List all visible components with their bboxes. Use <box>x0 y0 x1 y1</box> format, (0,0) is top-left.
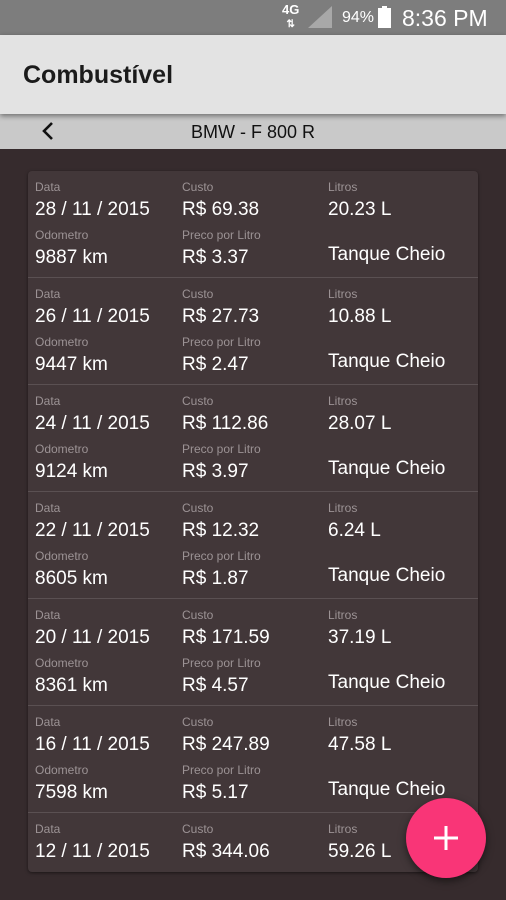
odometer-value: 8361 km <box>35 675 108 696</box>
date-label: Data <box>35 501 61 515</box>
app-bar: Combustível <box>0 35 506 114</box>
odometer-value: 9887 km <box>35 247 108 268</box>
battery-icon <box>378 6 391 28</box>
odometer-label: Odometro <box>35 549 89 563</box>
clock: 8:36 PM <box>402 5 488 31</box>
cost-value: R$ 247.89 <box>182 734 270 755</box>
date-label: Data <box>35 394 61 408</box>
tank-status: Tanque Cheio <box>328 244 446 265</box>
liters-label: Litros <box>328 501 358 515</box>
page-title: Combustível <box>23 61 174 89</box>
tank-status: Tanque Cheio <box>328 351 446 372</box>
fuel-entry[interactable]: Data Custo Litros 16 / 11 / 2015 R$ 247.… <box>28 706 478 813</box>
fuel-entry[interactable]: Data Custo Litros 26 / 11 / 2015 R$ 27.7… <box>28 278 478 385</box>
tank-status: Tanque Cheio <box>328 779 446 800</box>
liters-label: Litros <box>328 394 358 408</box>
vehicle-bar: BMW - F 800 R <box>0 114 506 149</box>
date-value: 24 / 11 / 2015 <box>35 413 150 434</box>
price-label: Preco por Litro <box>182 335 261 349</box>
liters-label: Litros <box>328 608 358 622</box>
cost-value: R$ 12.32 <box>182 520 260 541</box>
tank-status: Tanque Cheio <box>328 458 446 479</box>
cost-label: Custo <box>182 287 214 301</box>
date-label: Data <box>35 715 61 729</box>
network-type: 4G <box>282 2 300 17</box>
price-value: R$ 1.87 <box>182 568 249 589</box>
price-label: Preco por Litro <box>182 870 261 872</box>
cost-value: R$ 69.38 <box>182 199 260 220</box>
add-entry-button[interactable] <box>406 798 486 878</box>
odometer-label: Odometro <box>35 335 89 349</box>
odometer-label: Odometro <box>35 870 88 872</box>
date-value: 28 / 11 / 2015 <box>35 199 150 220</box>
liters-label: Litros <box>328 287 358 301</box>
odometer-value: 7598 km <box>35 782 108 803</box>
cost-label: Custo <box>182 394 214 408</box>
cost-value: R$ 112.86 <box>182 413 269 434</box>
battery-percent: 94% <box>342 9 375 26</box>
price-label: Preco por Litro <box>182 549 261 563</box>
liters-value: 10.88 L <box>328 306 392 327</box>
date-value: 20 / 11 / 2015 <box>35 627 150 648</box>
cost-value: R$ 344.06 <box>182 841 270 862</box>
odometer-label: Odometro <box>35 763 89 777</box>
data-arrows-icon: ⇅ <box>286 19 295 30</box>
network-indicator: 4G ⇅ <box>282 3 299 31</box>
tank-status: Tanque Cheio <box>328 565 446 586</box>
plus-icon <box>434 826 458 850</box>
date-value: 16 / 11 / 2015 <box>35 734 150 755</box>
price-value: R$ 5.17 <box>182 782 249 803</box>
liters-value: 20.23 L <box>328 199 392 220</box>
odometer-value: 9447 km <box>35 354 108 375</box>
price-value: R$ 3.97 <box>182 461 249 482</box>
cost-label: Custo <box>182 822 214 836</box>
price-value: R$ 3.37 <box>182 247 249 268</box>
fuel-entry[interactable]: Data Custo Litros 20 / 11 / 2015 R$ 171.… <box>28 599 478 706</box>
liters-label: Litros <box>328 180 358 194</box>
date-label: Data <box>35 287 61 301</box>
price-label: Preco por Litro <box>182 228 261 242</box>
cost-value: R$ 171.59 <box>182 627 270 648</box>
date-value: 12 / 11 / 2015 <box>35 841 150 862</box>
liters-label: Litros <box>328 822 358 836</box>
liters-value: 6.24 L <box>328 520 381 541</box>
cost-label: Custo <box>182 501 214 515</box>
signal-icon <box>308 6 332 28</box>
cost-label: Custo <box>182 715 214 729</box>
date-label: Data <box>35 180 61 194</box>
vehicle-name: BMW - F 800 R <box>190 122 315 142</box>
odometer-label: Odometro <box>35 442 89 456</box>
cost-value: R$ 27.73 <box>182 306 260 327</box>
date-value: 22 / 11 / 2015 <box>35 520 150 541</box>
fuel-entry[interactable]: Data Custo Litros 22 / 11 / 2015 R$ 12.3… <box>28 492 478 599</box>
odometer-label: Odometro <box>35 228 89 242</box>
price-label: Preco por Litro <box>182 763 261 777</box>
fuel-list[interactable]: Data Custo Litros 28 / 11 / 2015 R$ 69.3… <box>28 171 478 872</box>
liters-value: 37.19 L <box>328 627 392 648</box>
price-label: Preco por Litro <box>182 656 261 670</box>
tank-status: Tanque Cheio <box>328 672 446 693</box>
price-label: Preco por Litro <box>182 442 261 456</box>
cost-label: Custo <box>182 180 214 194</box>
liters-value: 59.26 L <box>328 841 392 862</box>
odometer-value: 8605 km <box>35 568 108 589</box>
odometer-value: 9124 km <box>35 461 108 482</box>
cost-label: Custo <box>182 608 214 622</box>
price-value: R$ 2.47 <box>182 354 249 375</box>
fuel-entry[interactable]: Data Custo Litros 24 / 11 / 2015 R$ 112.… <box>28 385 478 492</box>
liters-value: 47.58 L <box>328 734 392 755</box>
odometer-label: Odometro <box>35 656 89 670</box>
liters-value: 28.07 L <box>328 413 392 434</box>
status-bar: 4G ⇅ 94% 8:36 PM <box>0 0 506 35</box>
date-label: Data <box>35 608 61 622</box>
date-label: Data <box>35 822 61 836</box>
liters-label: Litros <box>328 715 358 729</box>
date-value: 26 / 11 / 2015 <box>35 306 150 327</box>
fuel-entry[interactable]: Data Custo Litros 28 / 11 / 2015 R$ 69.3… <box>28 171 478 278</box>
price-value: R$ 4.57 <box>182 675 249 696</box>
